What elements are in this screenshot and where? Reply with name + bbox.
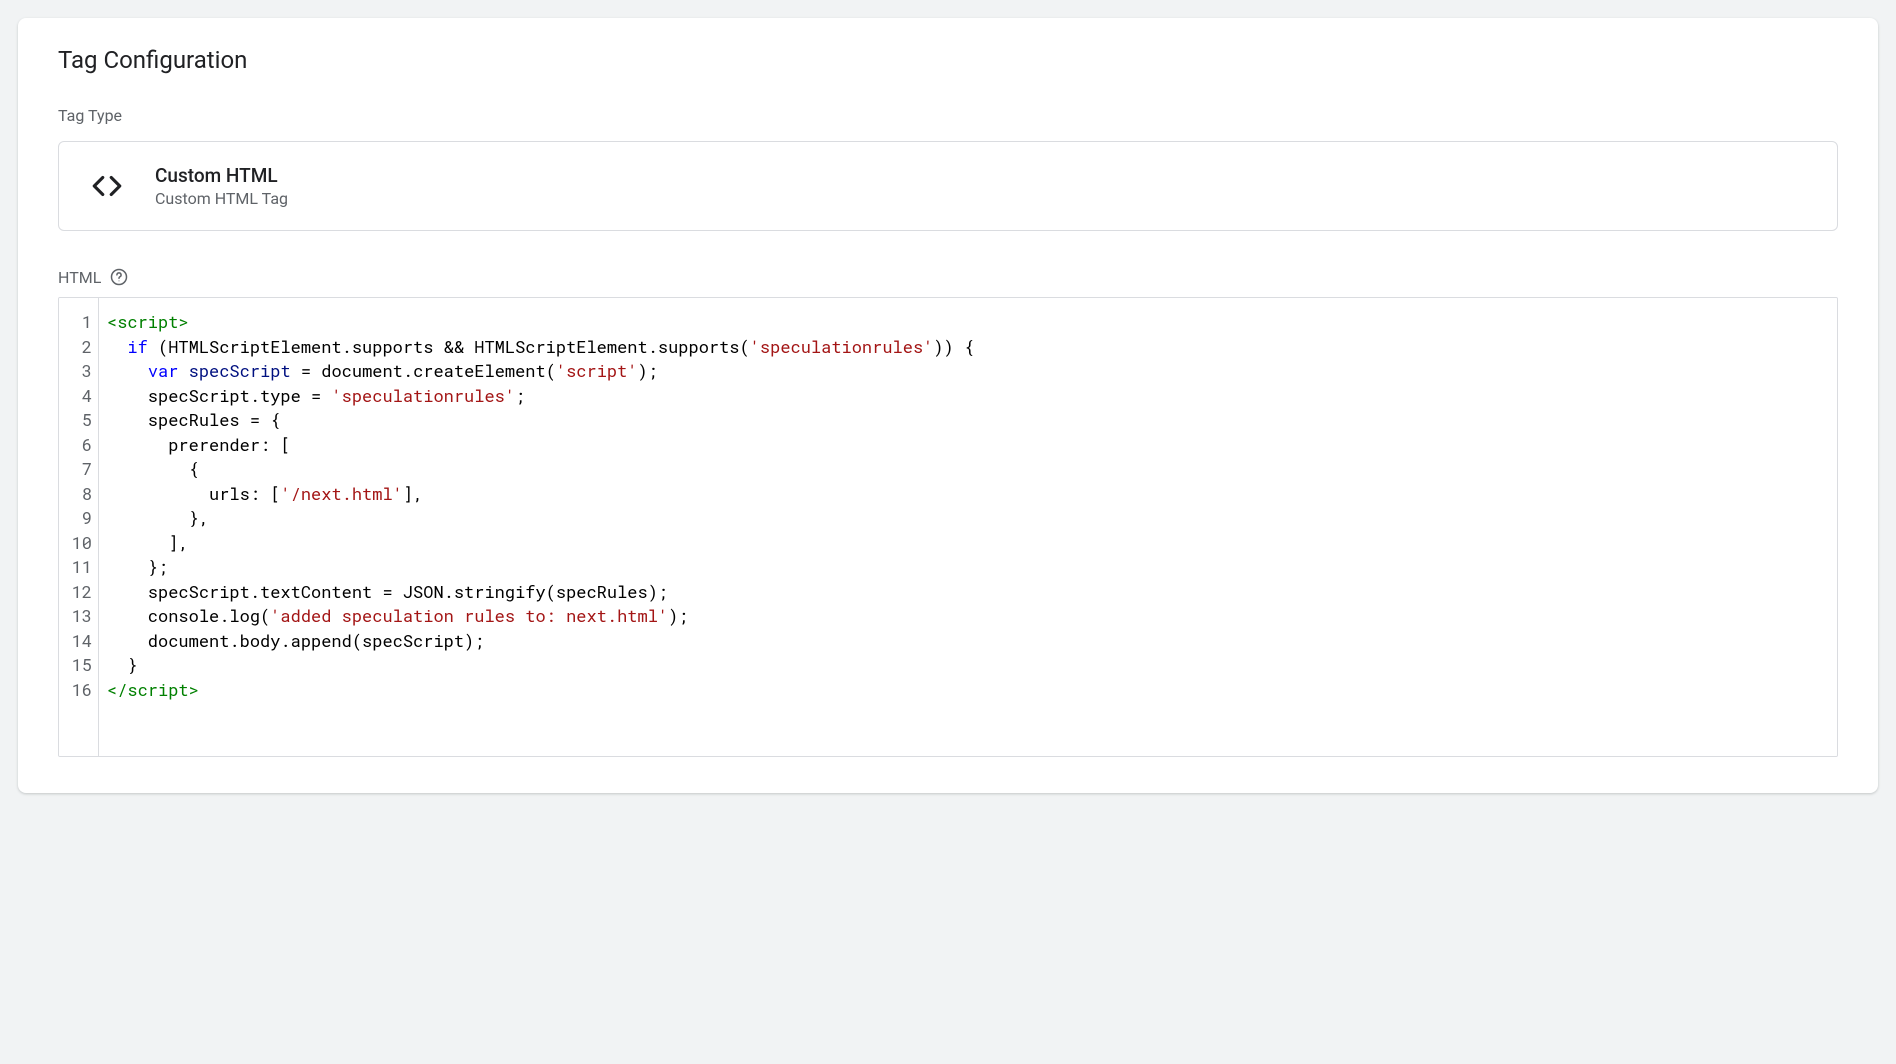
- code-line[interactable]: prerender: [: [107, 433, 1829, 458]
- line-number: 11: [67, 555, 92, 580]
- line-number: 3: [67, 359, 92, 384]
- line-number: 4: [67, 384, 92, 409]
- tag-type-name: Custom HTML: [155, 164, 288, 187]
- tag-type-label: Tag Type: [58, 106, 1838, 125]
- code-content[interactable]: <script> if (HTMLScriptElement.supports …: [99, 298, 1837, 756]
- code-icon: [83, 162, 131, 210]
- code-line[interactable]: ],: [107, 531, 1829, 556]
- tag-type-selector[interactable]: Custom HTML Custom HTML Tag: [58, 141, 1838, 231]
- line-number: 2: [67, 335, 92, 360]
- code-line[interactable]: urls: ['/next.html'],: [107, 482, 1829, 507]
- line-number: 7: [67, 457, 92, 482]
- tag-type-description: Custom HTML Tag: [155, 189, 288, 208]
- line-number: 10: [67, 531, 92, 556]
- html-code-editor[interactable]: 12345678910111213141516 <script> if (HTM…: [58, 297, 1838, 757]
- tag-configuration-card: Tag Configuration Tag Type Custom HTML C…: [18, 18, 1878, 793]
- code-line[interactable]: {: [107, 457, 1829, 482]
- code-line[interactable]: };: [107, 555, 1829, 580]
- line-number: 12: [67, 580, 92, 605]
- code-line[interactable]: var specScript = document.createElement(…: [107, 359, 1829, 384]
- line-number: 8: [67, 482, 92, 507]
- line-number: 16: [67, 678, 92, 703]
- line-number: 1: [67, 310, 92, 335]
- code-line[interactable]: specRules = {: [107, 408, 1829, 433]
- code-line[interactable]: specScript.type = 'speculationrules';: [107, 384, 1829, 409]
- line-number-gutter: 12345678910111213141516: [59, 298, 99, 756]
- line-number: 6: [67, 433, 92, 458]
- code-line[interactable]: }: [107, 653, 1829, 678]
- code-line[interactable]: console.log('added speculation rules to:…: [107, 604, 1829, 629]
- line-number: 14: [67, 629, 92, 654]
- tag-type-info: Custom HTML Custom HTML Tag: [155, 164, 288, 208]
- section-title: Tag Configuration: [58, 46, 1838, 74]
- line-number: 9: [67, 506, 92, 531]
- line-number: 13: [67, 604, 92, 629]
- code-line[interactable]: if (HTMLScriptElement.supports && HTMLSc…: [107, 335, 1829, 360]
- line-number: 15: [67, 653, 92, 678]
- help-icon[interactable]: [109, 267, 129, 287]
- html-field-header: HTML: [58, 267, 1838, 287]
- code-line[interactable]: specScript.textContent = JSON.stringify(…: [107, 580, 1829, 605]
- code-line[interactable]: document.body.append(specScript);: [107, 629, 1829, 654]
- code-line[interactable]: </script>: [107, 678, 1829, 703]
- html-field-label: HTML: [58, 268, 101, 287]
- line-number: 5: [67, 408, 92, 433]
- code-line[interactable]: },: [107, 506, 1829, 531]
- code-line[interactable]: <script>: [107, 310, 1829, 335]
